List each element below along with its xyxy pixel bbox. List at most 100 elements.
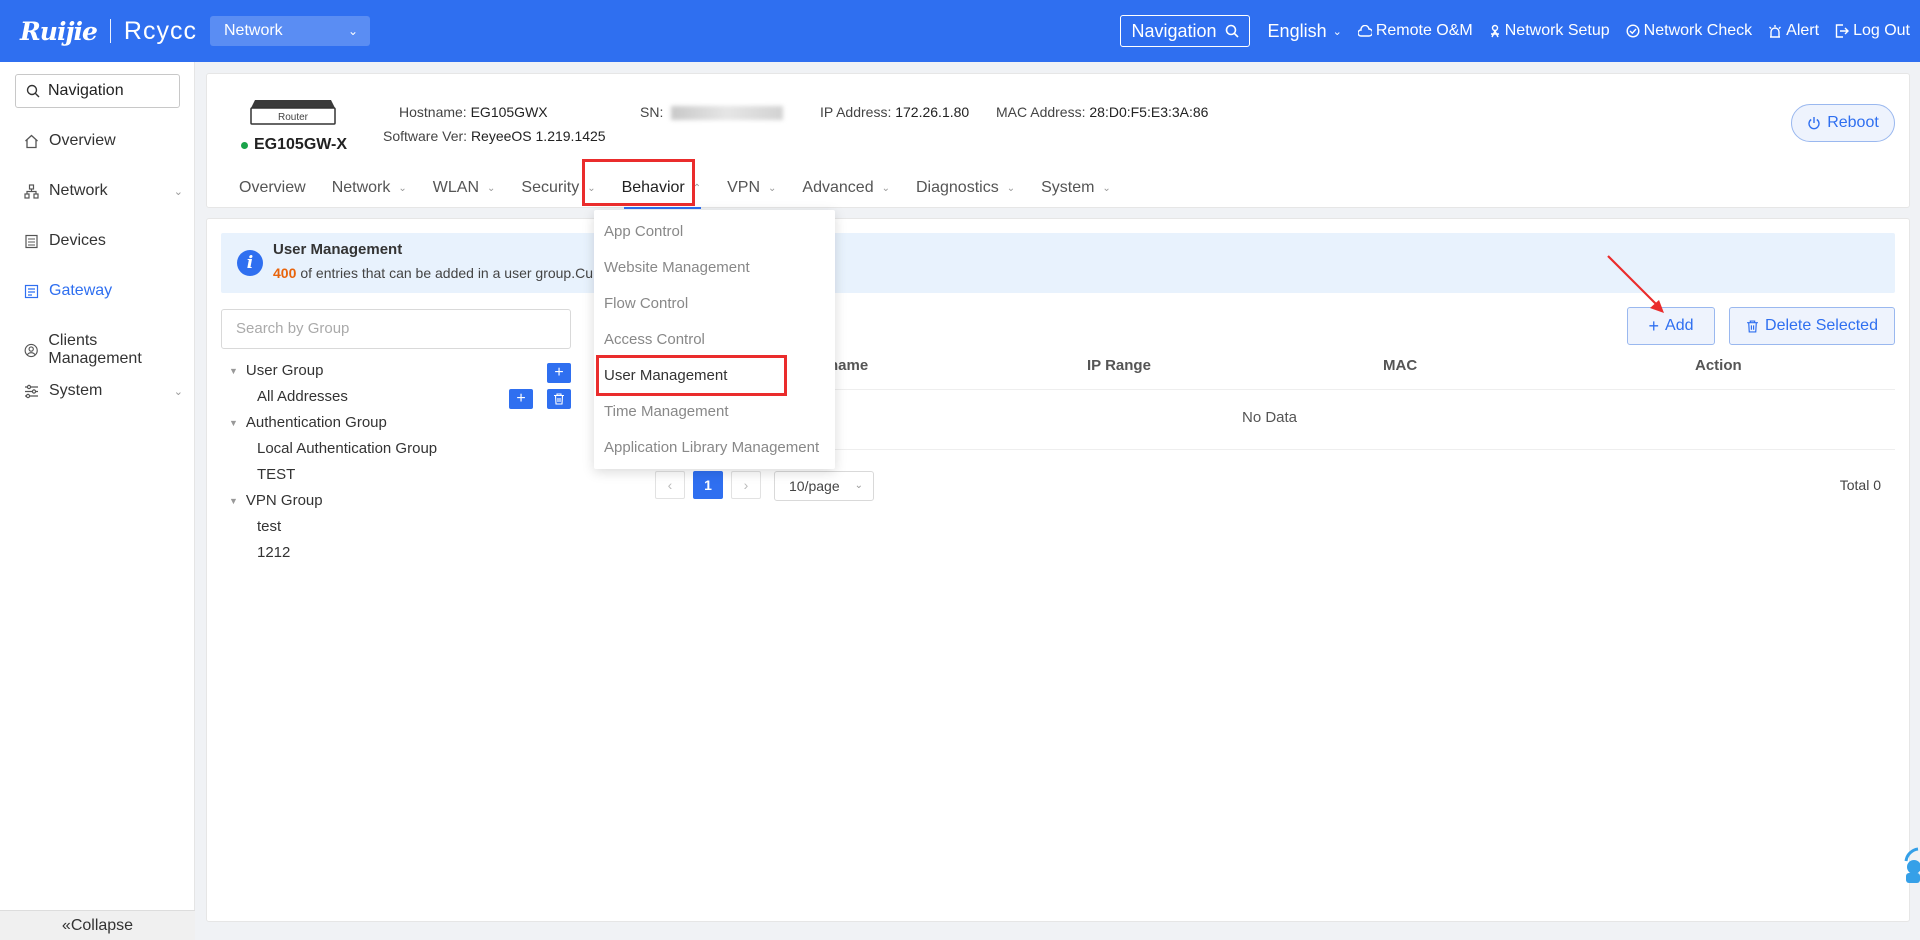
delete-group-button[interactable] <box>547 389 571 409</box>
tab-system[interactable]: System ⌄ <box>1031 177 1121 199</box>
software-version-label: Software Ver: <box>383 128 468 144</box>
sidebar-item-gateway[interactable]: Gateway <box>24 282 189 300</box>
router-image-label: Router <box>278 112 309 123</box>
caret-down-icon: ▼ <box>229 417 238 428</box>
top-bar: Ruijie Rcycc Network ⌄ Navigation Englis… <box>0 0 1920 62</box>
logo-product: Rcycc <box>123 16 197 45</box>
column-header-mac: MAC <box>1383 357 1418 374</box>
add-subgroup-button[interactable]: + <box>509 389 533 409</box>
tab-vpn[interactable]: VPN ⌄ <box>717 177 786 199</box>
prev-page-button[interactable]: ‹ <box>655 471 685 499</box>
sidebar-item-label: Gateway <box>49 282 113 299</box>
menu-item-app-control[interactable]: App Control <box>604 223 683 240</box>
sidebar: Navigation Overview Network ⌄ Devices Ga… <box>0 62 195 940</box>
software-version-field: Software Ver: ReyeeOS 1.219.1425 <box>383 128 606 144</box>
alert-text: of entries that can be added in a user g… <box>300 265 593 281</box>
chevron-down-icon: ⌄ <box>881 182 890 194</box>
tab-behavior[interactable]: Behavior ⌃ <box>612 177 712 209</box>
menu-item-user-management[interactable]: User Management <box>604 367 727 384</box>
delete-selected-button[interactable]: Delete Selected <box>1729 307 1895 345</box>
tab-label: Diagnostics <box>915 179 999 196</box>
add-button[interactable]: + Add <box>1627 307 1715 345</box>
plus-icon: + <box>554 364 564 381</box>
plus-icon: + <box>516 390 526 407</box>
add-user-group-button[interactable]: + <box>547 363 571 383</box>
sidebar-item-label: Devices <box>49 232 106 249</box>
tree-label: Local Authentication Group <box>257 440 438 457</box>
tab-advanced[interactable]: Advanced ⌄ <box>792 177 900 199</box>
tree-node-user-group[interactable]: ▼ User Group <box>229 362 323 379</box>
network-select[interactable]: Network ⌄ <box>210 16 370 46</box>
collapse-button[interactable]: «Collapse <box>0 910 195 940</box>
language-select[interactable]: English ⌄ <box>1268 21 1342 42</box>
network-check-label: Network Check <box>1643 22 1753 39</box>
menu-item-access-control[interactable]: Access Control <box>604 331 705 348</box>
chevron-down-icon: ⌄ <box>1006 182 1016 194</box>
online-status-dot <box>241 141 248 149</box>
menu-item-flow-control[interactable]: Flow Control <box>604 295 688 312</box>
logo-separator <box>109 19 111 43</box>
tab-diagnostics[interactable]: Diagnostics ⌄ <box>906 177 1025 199</box>
gateway-icon <box>24 284 39 298</box>
tree-node-all-addresses[interactable]: All Addresses <box>257 388 348 405</box>
check-icon <box>1626 24 1640 38</box>
chevron-down-icon: ⌄ <box>173 185 183 198</box>
tree-node-vpn-group[interactable]: ▼ VPN Group <box>229 492 323 509</box>
remote-om-link[interactable]: Remote O&M <box>1357 22 1473 40</box>
network-setup-link[interactable]: Network Setup <box>1489 22 1610 40</box>
sn-label: SN: <box>640 104 664 120</box>
tree-node-test-lower[interactable]: test <box>257 518 281 535</box>
tree-node-authentication-group[interactable]: ▼ Authentication Group <box>229 414 387 431</box>
tab-security[interactable]: Security ⌄ <box>511 177 605 199</box>
tab-label: WLAN <box>432 179 479 196</box>
sidebar-item-label: System <box>49 382 103 399</box>
device-tabs: Overview Network ⌄ WLAN ⌄ Security ⌄ Behavi… <box>229 177 1127 209</box>
menu-item-website-management[interactable]: Website Management <box>604 259 750 276</box>
tree-node-test-upper[interactable]: TEST <box>257 466 295 483</box>
plus-icon: + <box>1648 315 1660 336</box>
tab-overview[interactable]: Overview <box>229 177 316 199</box>
group-search-input[interactable]: Search by Group <box>221 309 571 349</box>
sidebar-item-clients-management[interactable]: Clients Management <box>24 332 189 368</box>
sidebar-item-system[interactable]: System ⌄ <box>24 382 189 400</box>
user-management-panel: i User Management 400 of entries that can… <box>206 218 1910 922</box>
home-icon <box>25 134 38 148</box>
tree-label: 1212 <box>257 544 291 561</box>
assistant-robot-icon[interactable] <box>1896 845 1920 885</box>
page-1-button[interactable]: 1 <box>693 471 723 499</box>
alert-description: 400 of entries that can be added in a use… <box>273 265 593 281</box>
mac-address-value: 28:D0:F5:E3:3A:86 <box>1089 104 1209 120</box>
hostname-label: Hostname: <box>399 104 467 120</box>
tab-wlan[interactable]: WLAN ⌄ <box>423 177 506 199</box>
sidebar-item-devices[interactable]: Devices <box>24 232 189 250</box>
page-size-value: 10/page <box>789 478 840 494</box>
next-page-button[interactable]: › <box>731 471 761 499</box>
tree-label: All Addresses <box>257 388 348 405</box>
total-count: Total 0 <box>1839 477 1881 493</box>
tree-label: TEST <box>257 466 296 483</box>
chevron-down-icon: ⌄ <box>398 182 407 194</box>
network-check-link[interactable]: Network Check <box>1626 22 1752 40</box>
sidebar-item-network[interactable]: Network ⌄ <box>24 182 189 200</box>
group-search-placeholder: Search by Group <box>236 320 350 337</box>
cloud-icon <box>1357 25 1372 37</box>
sn-value-redacted <box>671 106 784 121</box>
menu-item-application-library-management[interactable]: Application Library Management <box>604 439 819 456</box>
ip-address-field: IP Address: 172.26.1.80 <box>820 104 969 120</box>
alert-label: Alert <box>1786 22 1820 39</box>
tree-node-local-authentication-group[interactable]: Local Authentication Group <box>257 440 437 457</box>
alert-link[interactable]: Alert <box>1768 22 1819 40</box>
tab-label: Network <box>331 179 391 196</box>
tab-network[interactable]: Network ⌄ <box>322 177 417 199</box>
navigation-search-button[interactable]: Navigation <box>1120 15 1250 47</box>
column-header-ip-range: IP Range <box>1087 357 1151 374</box>
alarm-icon <box>1769 25 1782 38</box>
logout-link[interactable]: Log Out <box>1835 22 1910 40</box>
menu-item-time-management[interactable]: Time Management <box>604 403 729 420</box>
tree-node-1212[interactable]: 1212 <box>257 544 290 561</box>
chevron-up-icon: ⌃ <box>692 182 702 194</box>
reboot-button[interactable]: Reboot <box>1791 104 1895 142</box>
sidebar-navigation-search[interactable]: Navigation <box>15 74 180 108</box>
sidebar-item-overview[interactable]: Overview <box>24 132 189 150</box>
page-size-select[interactable]: 10/page ⌄ <box>774 471 874 501</box>
